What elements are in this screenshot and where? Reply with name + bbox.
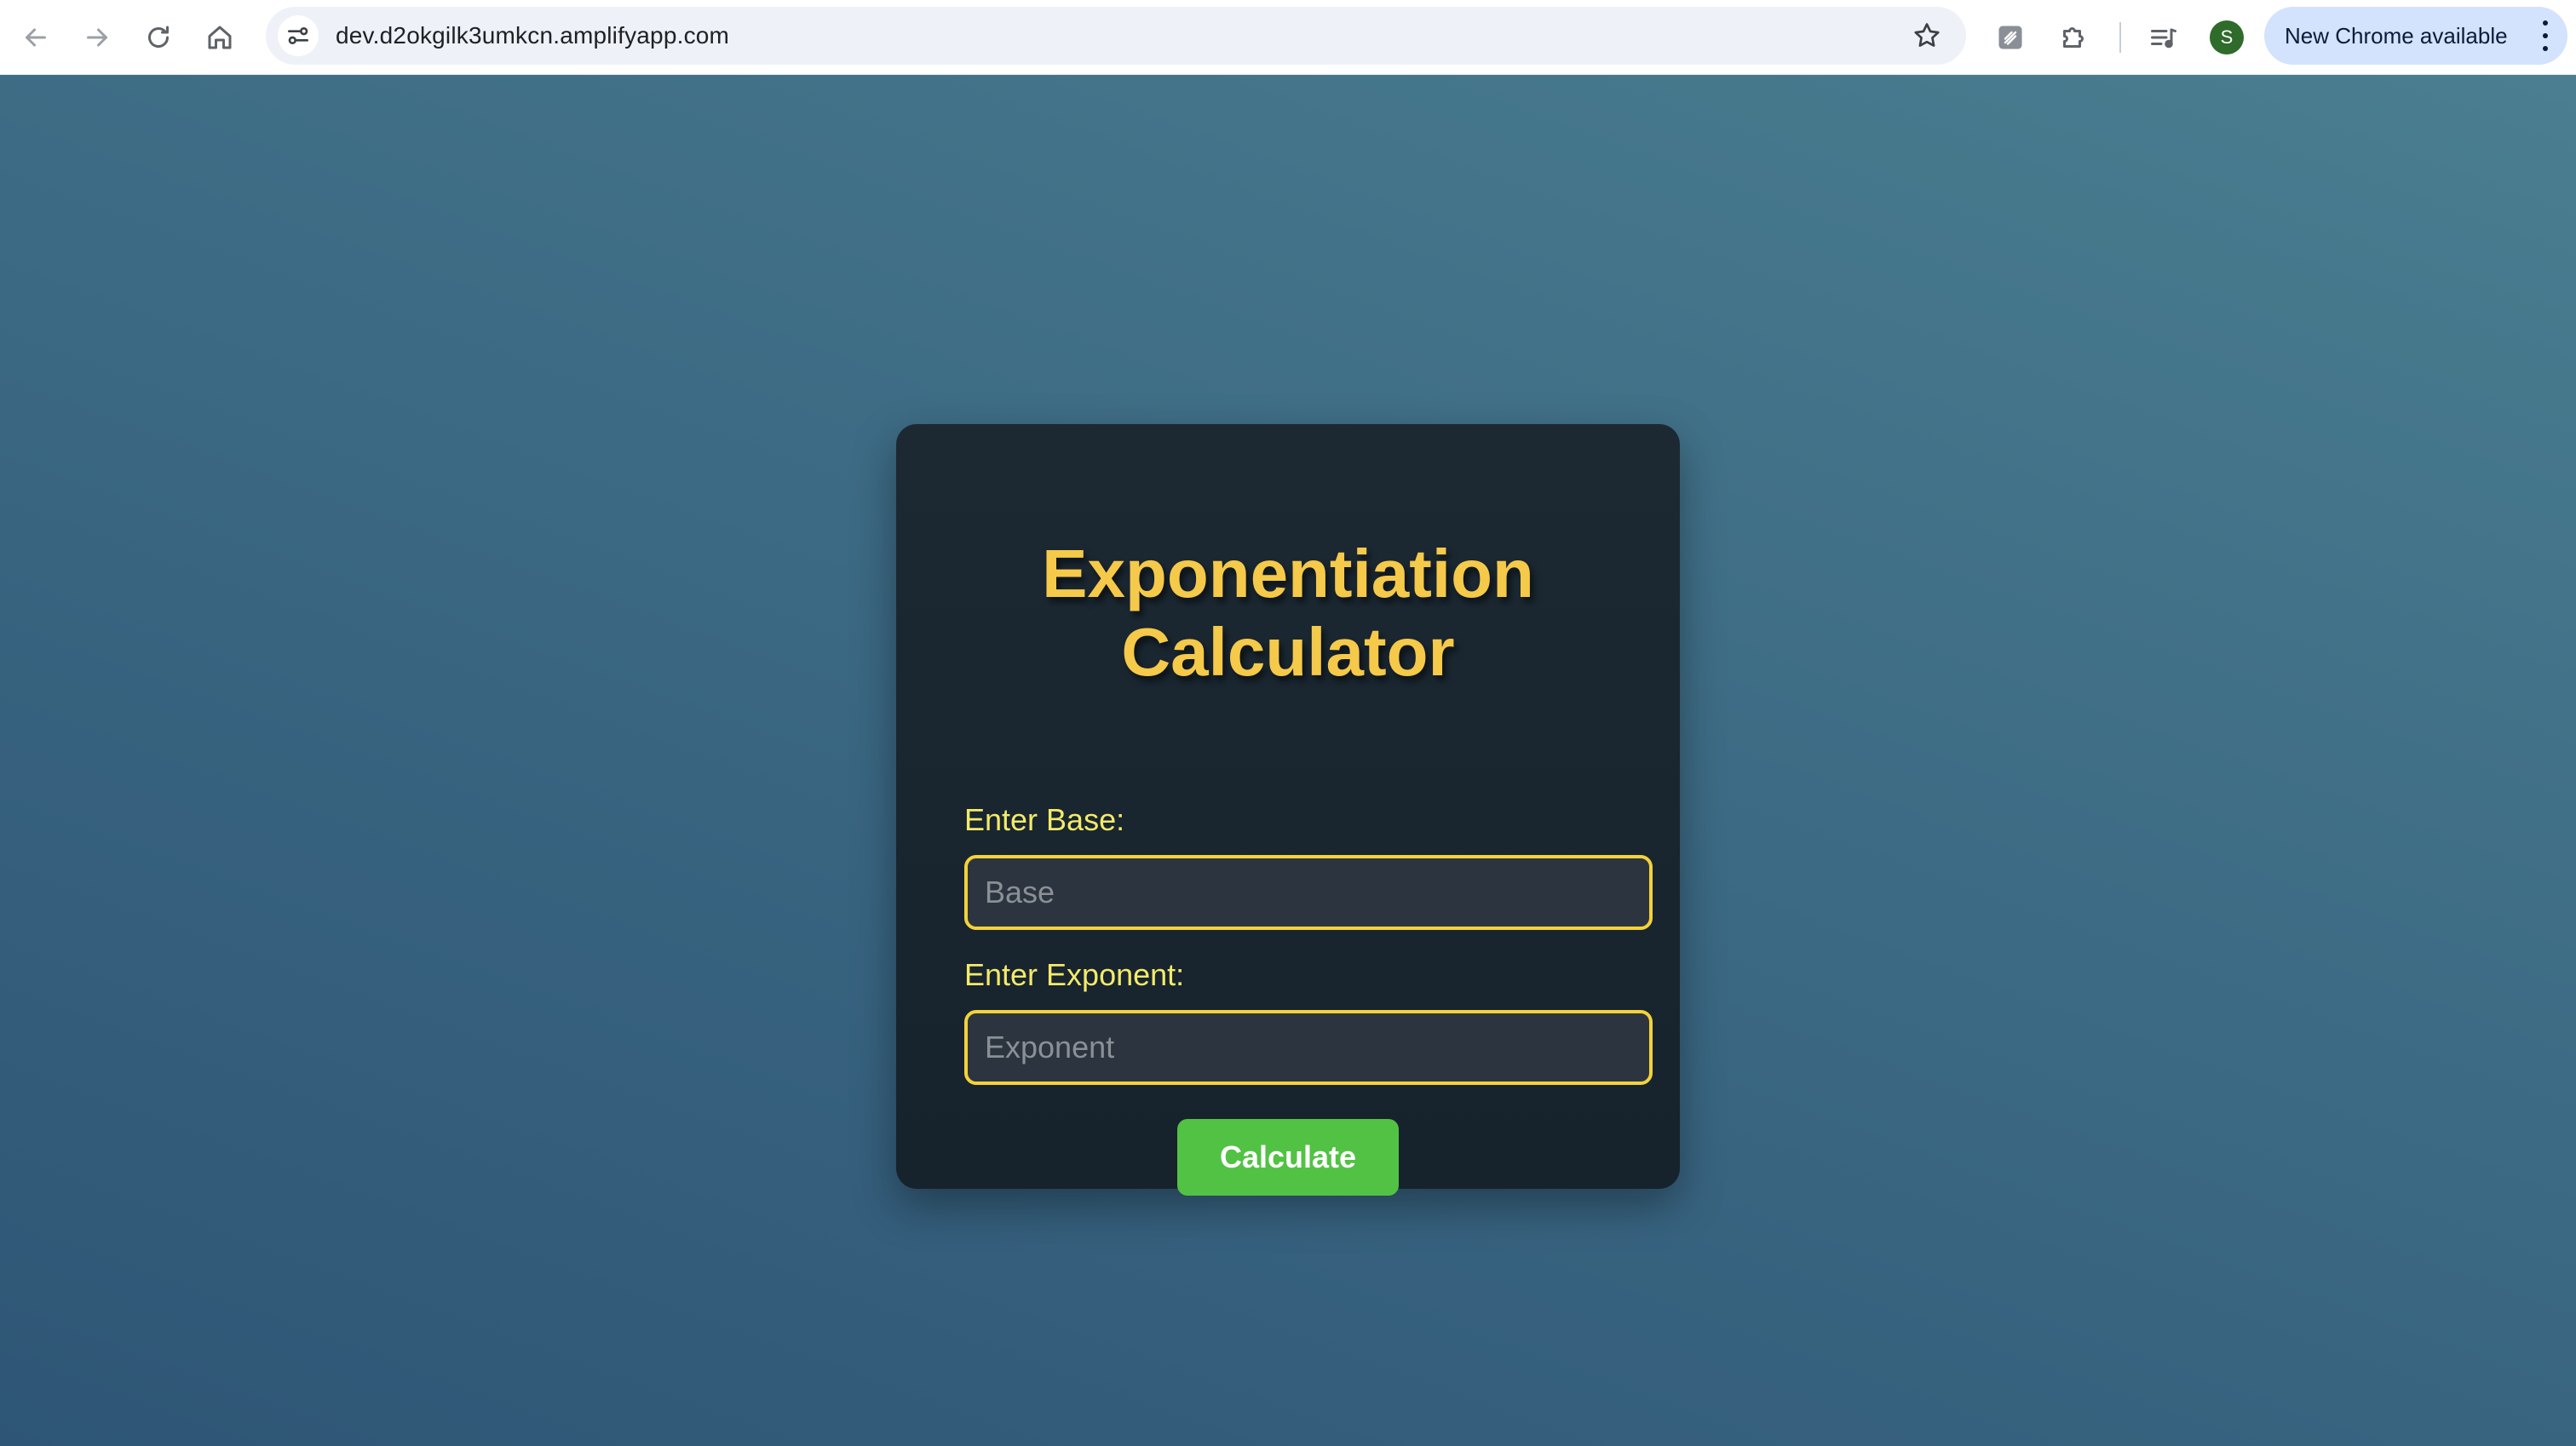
back-button[interactable]: [12, 14, 60, 61]
reload-icon: [148, 26, 169, 48]
title-line-2: Calculator: [1121, 614, 1455, 690]
back-arrow-icon: [26, 28, 46, 46]
calculator-card: Exponentiation Calculator Enter Base: En…: [896, 424, 1680, 1196]
update-label: New Chrome available: [2285, 22, 2508, 49]
browser-toolbar: dev.d2okgilk3umkcn.amplifyapp.com S New …: [0, 0, 2576, 75]
home-icon: [208, 26, 232, 49]
url-text[interactable]: dev.d2okgilk3umkcn.amplifyapp.com: [336, 22, 729, 49]
extension-icon: [1998, 26, 2022, 49]
page-background: Exponentiation Calculator Enter Base: En…: [0, 75, 2576, 1446]
exponent-input[interactable]: [964, 1010, 1653, 1085]
home-button[interactable]: [196, 14, 244, 61]
address-bar[interactable]: dev.d2okgilk3umkcn.amplifyapp.com: [266, 7, 1966, 65]
bookmark-star-icon: [1914, 23, 1940, 47]
toolbar-divider: [2119, 22, 2121, 53]
base-input[interactable]: [964, 855, 1653, 930]
more-options-icon[interactable]: [2540, 20, 2550, 51]
reload-button[interactable]: [135, 14, 182, 61]
media-controls-icon: [2151, 28, 2176, 49]
extension-button[interactable]: [1987, 14, 2034, 61]
calculate-button[interactable]: Calculate: [1177, 1119, 1399, 1196]
exponent-label: Enter Exponent:: [964, 957, 1185, 992]
new-chrome-available-button[interactable]: New Chrome available: [2264, 7, 2567, 65]
title-line-1: Exponentiation: [1042, 536, 1534, 611]
page-title: Exponentiation Calculator: [896, 535, 1680, 691]
site-info-icon: [288, 27, 308, 44]
puzzle-extensions-icon: [2063, 27, 2084, 48]
forward-button[interactable]: [73, 14, 121, 61]
media-controls-button[interactable]: [2140, 14, 2188, 61]
extensions-menu-button[interactable]: [2050, 14, 2097, 61]
base-label: Enter Base:: [964, 802, 1125, 837]
site-info-button[interactable]: [278, 15, 319, 56]
bookmark-button[interactable]: [1906, 15, 1947, 56]
profile-avatar[interactable]: S: [2210, 20, 2244, 55]
forward-arrow-icon: [87, 28, 107, 46]
